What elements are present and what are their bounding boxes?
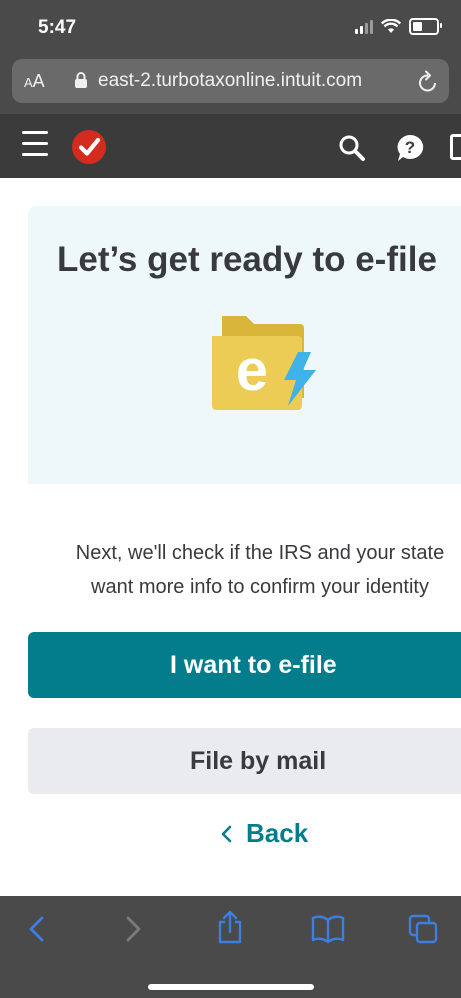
app-header: ? — [0, 114, 461, 178]
battery-icon — [409, 18, 442, 35]
share-icon[interactable] — [216, 910, 244, 944]
reader-text-size-button[interactable]: AA — [24, 71, 45, 92]
efile-button[interactable]: I want to e-file — [28, 632, 461, 698]
hero-card: Let’s get ready to e-file e — [28, 206, 461, 484]
status-time: 5:47 — [38, 17, 77, 38]
search-icon[interactable] — [338, 134, 366, 162]
page-title: Let’s get ready to e-file — [57, 240, 437, 279]
chevron-left-icon — [221, 825, 232, 842]
file-by-mail-button[interactable]: File by mail — [28, 728, 461, 794]
browser-forward-icon[interactable] — [124, 914, 144, 944]
status-bar: 5:47 — [0, 0, 461, 56]
reload-icon[interactable] — [417, 69, 439, 93]
lock-icon — [75, 72, 87, 88]
browser-back-icon[interactable] — [26, 914, 46, 944]
bookmarks-icon[interactable] — [311, 914, 345, 944]
back-link[interactable]: Back — [220, 818, 308, 849]
status-icons — [355, 18, 442, 35]
turbotax-logo[interactable] — [72, 130, 106, 164]
browser-toolbar — [0, 896, 461, 998]
menu-icon[interactable] — [22, 131, 48, 159]
tabs-icon[interactable] — [408, 914, 438, 944]
help-icon[interactable]: ? — [395, 133, 425, 163]
svg-text:e: e — [236, 338, 268, 403]
signal-icon — [355, 19, 373, 34]
identity-info-text: Next, we'll check if the IRS and your st… — [75, 542, 445, 598]
svg-text:?: ? — [405, 138, 415, 157]
mobile-icon[interactable] — [450, 134, 461, 160]
url-text[interactable]: east-2.turbotaxonline.intuit.com — [98, 70, 418, 92]
home-indicator — [148, 984, 314, 990]
browser-address-area: AA east-2.turbotaxonline.intuit.com — [0, 56, 461, 114]
back-label: Back — [246, 818, 309, 848]
wifi-icon — [381, 19, 401, 33]
efile-folder-icon: e — [212, 316, 316, 410]
address-bar[interactable]: AA east-2.turbotaxonline.intuit.com — [12, 59, 449, 103]
